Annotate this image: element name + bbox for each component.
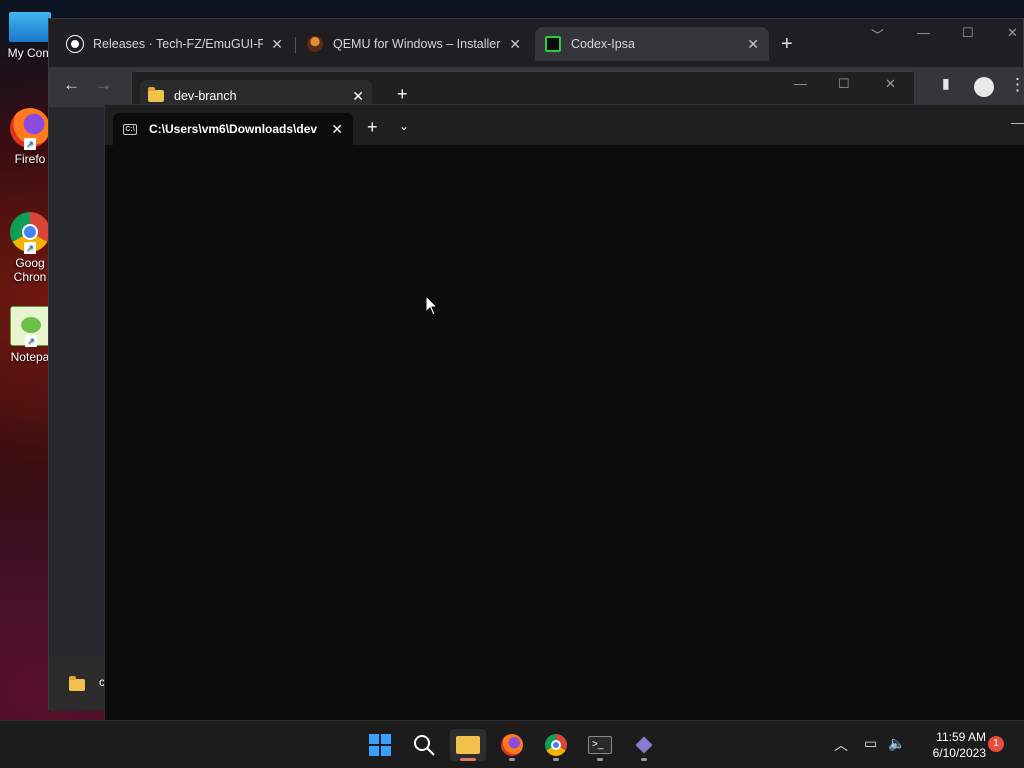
close-icon[interactable]: ✕ — [271, 36, 283, 53]
minimize-icon[interactable]: — — [1011, 115, 1024, 130]
chrome-tab-label: Codex-Ipsa — [571, 37, 635, 51]
terminal-window[interactable]: C:\ C:\Users\vm6\Downloads\dev ✕ + ⌄ — — [104, 104, 1024, 720]
side-panel-icon[interactable]: ▮ — [942, 75, 950, 92]
notepad-plus-plus-icon: ↗ — [10, 306, 50, 347]
chrome-icon — [545, 734, 567, 756]
menu-dots-icon[interactable]: ⋮ — [1009, 75, 1024, 95]
chrome-tabstrip: Releases · Tech-FZ/EmuGUI-PreR ✕ QEMU fo… — [49, 19, 1023, 67]
firefox-icon: ↗ — [10, 108, 50, 150]
forward-arrow-icon[interactable]: → — [95, 75, 112, 95]
terminal-output[interactable] — [105, 145, 1024, 721]
running-indicator — [597, 758, 603, 761]
chrome-tab-label: Releases · Tech-FZ/EmuGUI-PreR — [93, 37, 264, 51]
profile-icon[interactable] — [974, 77, 994, 97]
new-tab-button[interactable]: + — [367, 117, 378, 138]
running-indicator — [460, 758, 476, 761]
chevron-up-icon[interactable]: ︿ — [834, 735, 848, 755]
close-icon[interactable]: ✕ — [352, 88, 364, 105]
taskbar-chrome[interactable] — [538, 729, 574, 761]
visual-studio-icon — [635, 736, 653, 754]
folder-icon — [69, 676, 85, 691]
running-indicator — [553, 758, 559, 761]
shortcut-arrow-icon: ↗ — [24, 242, 36, 254]
clock-date: 6/10/2023 — [932, 746, 986, 760]
taskbar: >_ ︿ ▭ 🔈 11:59 AM 6/10/2023 — [0, 720, 1024, 768]
taskbar-file-explorer[interactable] — [450, 729, 486, 761]
volume-icon[interactable]: 🔈 — [888, 735, 905, 752]
chevron-down-icon[interactable]: ﹀ — [871, 25, 884, 44]
terminal-tabbar: C:\ C:\Users\vm6\Downloads\dev ✕ + ⌄ — — [105, 105, 1024, 145]
chevron-down-icon[interactable]: ⌄ — [399, 119, 409, 133]
qemu-icon — [307, 36, 323, 52]
chrome-tab-label: QEMU for Windows – Installers ( — [333, 37, 502, 51]
search-icon — [414, 735, 435, 756]
desktop-icon-label: Notepa — [10, 350, 50, 364]
desktop-icon-label: My Com — [7, 46, 53, 60]
shortcut-arrow-icon: ↗ — [25, 335, 37, 347]
close-icon[interactable]: ✕ — [747, 36, 759, 53]
chrome-tab-qemu[interactable]: QEMU for Windows – Installers ( ✕ — [297, 27, 531, 61]
explorer-tab-label: dev-branch — [174, 89, 237, 103]
chrome-page-area — [49, 107, 105, 711]
firefox-icon — [501, 734, 523, 756]
start-button[interactable] — [362, 729, 398, 761]
clock-time: 11:59 AM — [936, 730, 986, 744]
codex-icon — [545, 36, 561, 52]
taskbar-visual-studio[interactable] — [626, 729, 662, 761]
desktop-icon-label: Firefo — [14, 152, 46, 166]
cmd-icon: C:\ — [123, 123, 137, 135]
shortcut-arrow-icon: ↗ — [24, 138, 36, 150]
minimize-icon[interactable]: — — [794, 76, 807, 91]
chrome-tab-codex-ipsa[interactable]: Codex-Ipsa ✕ — [535, 27, 769, 61]
network-icon[interactable]: ▭ — [864, 735, 877, 752]
minimize-icon[interactable]: — — [917, 25, 930, 40]
chrome-tab-releases[interactable]: Releases · Tech-FZ/EmuGUI-PreR ✕ — [57, 27, 293, 61]
terminal-tab-label: C:\Users\vm6\Downloads\dev — [149, 122, 318, 136]
close-window-icon[interactable]: ✕ — [885, 76, 896, 92]
start-icon — [369, 734, 391, 756]
taskbar-firefox[interactable] — [494, 729, 530, 761]
tab-divider — [295, 37, 296, 53]
terminal-tab[interactable]: C:\ C:\Users\vm6\Downloads\dev ✕ — [113, 113, 353, 145]
taskbar-clock[interactable]: 11:59 AM 6/10/2023 — [914, 729, 986, 761]
chrome-icon: ↗ — [10, 212, 50, 254]
close-window-icon[interactable]: ✕ — [1007, 25, 1018, 41]
taskbar-terminal[interactable]: >_ — [582, 729, 618, 761]
search-button[interactable] — [406, 729, 442, 761]
new-tab-button[interactable]: + — [781, 33, 793, 56]
file-explorer-icon — [456, 736, 480, 754]
maximize-icon[interactable]: ☐ — [962, 25, 974, 41]
notification-badge[interactable]: 1 — [988, 736, 1004, 752]
mouse-cursor-icon — [425, 295, 439, 316]
explorer-taskbar-peek: c — [49, 655, 105, 711]
terminal-icon: >_ — [588, 736, 612, 754]
new-tab-button[interactable]: + — [397, 84, 408, 105]
back-arrow-icon[interactable]: ← — [63, 75, 80, 95]
running-indicator — [509, 758, 515, 761]
folder-icon — [148, 87, 164, 102]
close-icon[interactable]: ✕ — [509, 36, 521, 53]
running-indicator — [641, 758, 647, 761]
monitor-icon — [9, 12, 51, 42]
desktop-icon-label: Goog Chron — [13, 256, 47, 284]
github-icon — [67, 36, 83, 52]
maximize-icon[interactable]: ☐ — [838, 76, 850, 92]
close-icon[interactable]: ✕ — [331, 121, 343, 138]
